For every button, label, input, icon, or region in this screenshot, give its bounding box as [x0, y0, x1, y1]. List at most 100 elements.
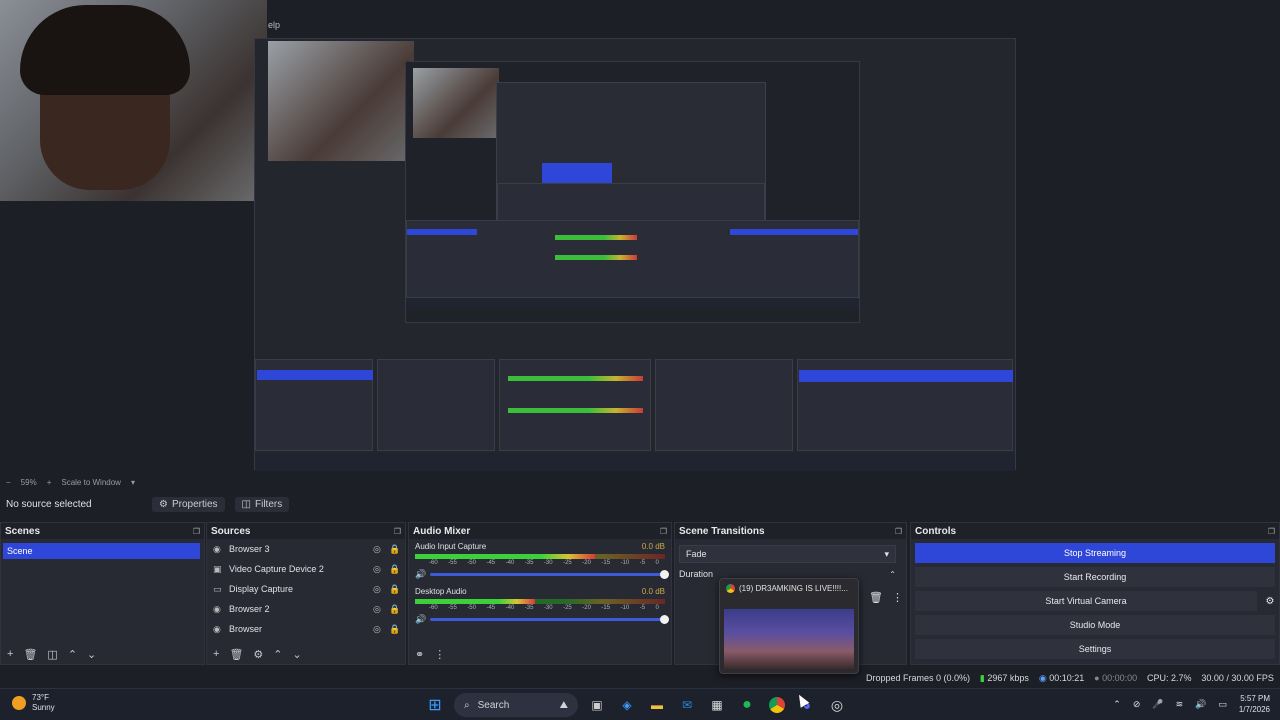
dock-title: Sources ❐ [207, 523, 405, 539]
lock-icon[interactable]: 🔒 [389, 624, 400, 635]
arrow-down-icon[interactable]: ⌄ [293, 648, 302, 661]
chevron-up-icon[interactable]: ⌃ [1113, 699, 1121, 710]
trash-icon[interactable]: 🗑 [23, 648, 37, 661]
trash-icon[interactable]: 🗑 [229, 648, 243, 661]
source-label: Browser [229, 624, 263, 634]
task-view-icon[interactable]: ▣ [586, 694, 608, 716]
network-off-icon[interactable]: ⊘ [1133, 699, 1141, 710]
battery-icon[interactable]: ▭ [1218, 699, 1227, 710]
zoom-in-button[interactable]: + [47, 478, 52, 487]
weather-temp: 73°F [32, 693, 49, 702]
eye-icon[interactable]: ◎ [373, 544, 383, 555]
sources-title: Sources [211, 525, 251, 537]
nested-preview-2 [405, 61, 860, 323]
add-icon[interactable]: + [7, 648, 13, 660]
arrow-down-icon[interactable]: ⌄ [87, 648, 96, 661]
lock-icon[interactable]: 🔒 [389, 604, 400, 615]
wifi-icon[interactable]: ≋ [1176, 699, 1184, 710]
duration-spinner[interactable]: ⌃ [889, 570, 896, 579]
gear-icon[interactable]: ⚙ [1261, 591, 1279, 611]
eye-icon[interactable]: ◎ [373, 604, 383, 615]
nested-meter [555, 255, 637, 260]
microphone-icon[interactable]: 🎤 [1152, 699, 1163, 710]
filter-icon[interactable]: ◫ [47, 648, 57, 661]
fader-knob[interactable] [660, 615, 669, 624]
stream-time: ◉ 00:10:21 [1039, 673, 1084, 684]
filters-button[interactable]: ◫ Filters [234, 496, 290, 512]
nested-webcam [268, 41, 414, 161]
start-recording-button[interactable]: Start Recording [915, 567, 1275, 587]
meter-ticks: -60 -55 -50 -45 -40 -35 -30 -25 -20 -15 -10 -5 0 [415, 605, 665, 611]
start-virtual-camera-button[interactable]: Start Virtual Camera ⚙ [915, 591, 1279, 611]
more-icon[interactable]: ⋮ [434, 648, 445, 661]
copilot-icon[interactable]: ◈ [616, 694, 638, 716]
signal-icon: ▮ [979, 672, 985, 683]
eye-icon[interactable]: ◎ [373, 564, 383, 575]
spotify-icon[interactable]: ● [736, 694, 758, 716]
fader-track[interactable] [430, 570, 669, 579]
speaker-icon[interactable]: 🔊 [415, 614, 426, 625]
popout-icon[interactable]: ❐ [660, 527, 667, 536]
popout-icon[interactable]: ❐ [394, 527, 401, 536]
chrome-icon[interactable] [766, 694, 788, 716]
speaker-icon[interactable]: 🔊 [415, 569, 426, 580]
globe-icon: ◉ [213, 623, 221, 634]
link-icon[interactable]: ⚭ [415, 648, 424, 661]
scale-mode[interactable]: Scale to Window [61, 478, 121, 487]
popout-icon[interactable]: ❐ [1268, 527, 1275, 536]
taskbar-search[interactable]: ⌕ Search ⛰ [454, 693, 578, 717]
source-item[interactable]: ◉ Browser ◎ 🔒 [207, 619, 405, 639]
studio-mode-button[interactable]: Studio Mode [915, 615, 1275, 635]
source-item[interactable]: ▭ Display Capture ◎ 🔒 [207, 579, 405, 599]
taskbar-preview-popup[interactable]: (19) DR3AMKING IS LIVE!!!!... [719, 578, 859, 674]
fader-knob[interactable] [660, 570, 669, 579]
controls-title: Controls [915, 525, 957, 537]
popout-icon[interactable]: ❐ [193, 527, 200, 536]
stop-streaming-button[interactable]: Stop Streaming [915, 543, 1275, 563]
chrome-icon [726, 584, 735, 593]
source-item[interactable]: ▣ Video Capture Device 2 ◎ 🔒 [207, 559, 405, 579]
arrow-up-icon[interactable]: ⌃ [273, 648, 282, 661]
popup-thumbnail[interactable] [724, 609, 854, 669]
store-icon[interactable]: ▦ [706, 694, 728, 716]
file-explorer-icon[interactable]: ▬ [646, 694, 668, 716]
outlook-icon[interactable]: ✉ [676, 694, 698, 716]
add-icon[interactable]: + [213, 648, 219, 660]
preview-canvas[interactable]: elp [0, 0, 1280, 475]
obs-icon[interactable]: ◎ [826, 694, 848, 716]
clock[interactable]: 5:57 PM 1/7/2026 [1239, 693, 1270, 715]
more-icon[interactable]: ⋮ [892, 591, 903, 604]
chevron-down-icon[interactable]: ▾ [131, 478, 135, 487]
zoom-out-button[interactable]: − [6, 478, 11, 487]
eye-icon[interactable]: ◎ [373, 584, 383, 595]
source-item[interactable]: ◉ Browser 2 ◎ 🔒 [207, 599, 405, 619]
meter-tick: -55 [448, 560, 457, 566]
source-label: Video Capture Device 2 [229, 564, 324, 574]
weather-widget[interactable]: 73°F Sunny [12, 693, 55, 713]
volume-icon[interactable]: 🔊 [1195, 699, 1206, 710]
lock-icon[interactable]: 🔒 [389, 584, 400, 595]
channel-name: Audio Input Capture [415, 542, 487, 551]
popout-icon[interactable]: ❐ [895, 527, 902, 536]
volume-fader[interactable]: 🔊 [415, 614, 669, 625]
lock-icon[interactable]: 🔒 [389, 564, 400, 575]
taskbar-apps: ⊞ ⌕ Search ⛰ ▣ ◈ ▬ ✉ ▦ ● ◕ ◎ [424, 693, 848, 717]
scenes-title: Scenes [5, 525, 41, 537]
meter-tick: 0 [655, 605, 659, 611]
arrow-up-icon[interactable]: ⌃ [68, 648, 77, 661]
source-item[interactable]: ◉ Browser 3 ◎ 🔒 [207, 539, 405, 559]
properties-button[interactable]: ⚙ Properties [152, 496, 225, 512]
trash-icon[interactable]: 🗑 [869, 591, 883, 604]
meter-tick: -5 [639, 605, 646, 611]
lock-icon[interactable]: 🔒 [389, 544, 400, 555]
gear-icon[interactable]: ⚙ [253, 648, 263, 661]
scene-item[interactable]: Scene [3, 543, 200, 559]
windows-start-icon[interactable]: ⊞ [424, 694, 446, 716]
eye-icon[interactable]: ◎ [373, 624, 383, 635]
meter-level [415, 599, 535, 604]
cpu-usage: CPU: 2.7% [1146, 673, 1192, 683]
transition-select[interactable]: Fade ▾ [679, 545, 896, 563]
settings-button[interactable]: Settings [915, 639, 1275, 659]
volume-fader[interactable]: 🔊 [415, 569, 669, 580]
fader-track[interactable] [430, 615, 669, 624]
